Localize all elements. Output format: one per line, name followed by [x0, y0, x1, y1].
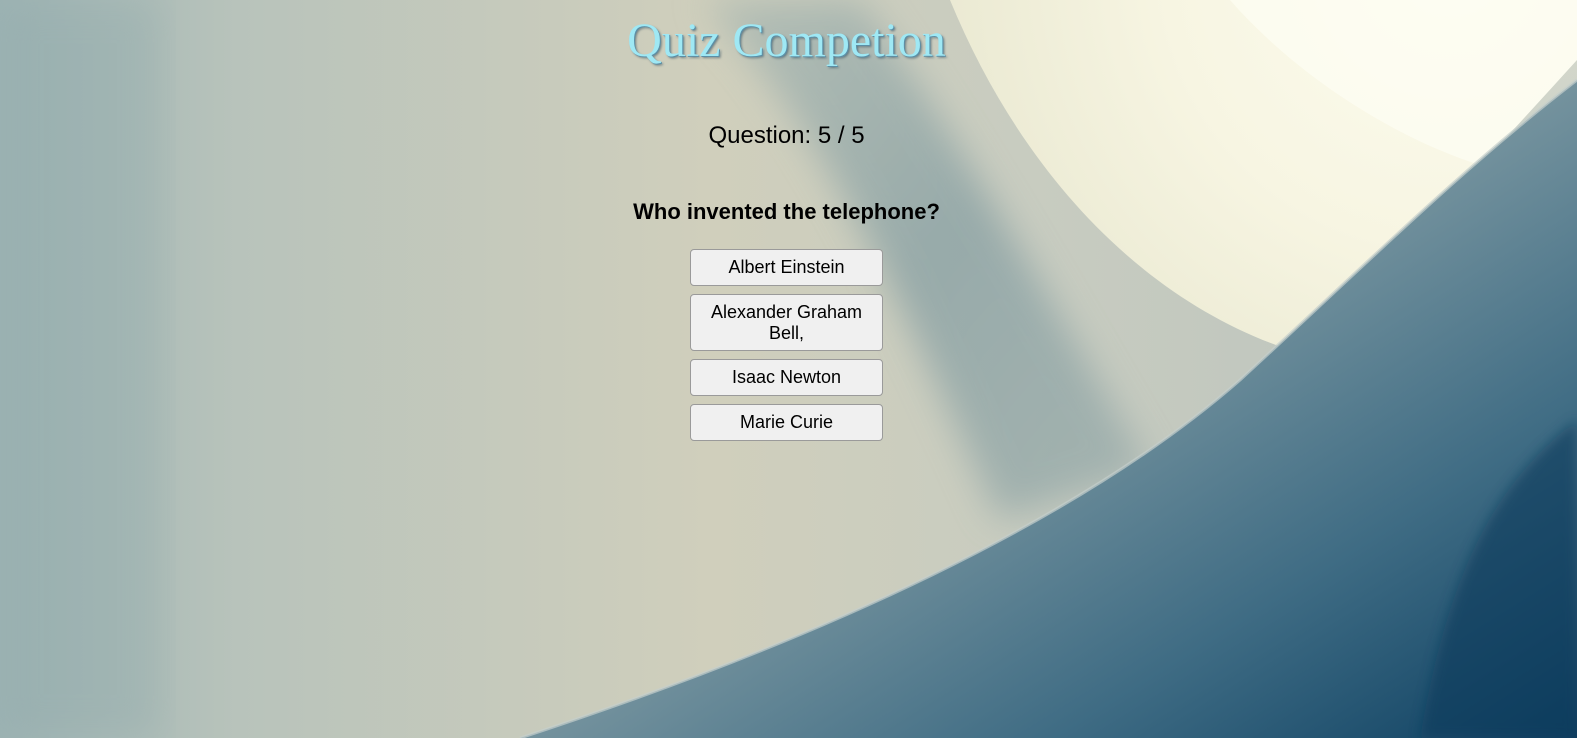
question-counter: Question: 5 / 5: [708, 122, 865, 149]
answer-button-isaac-newton[interactable]: Isaac Newton: [690, 359, 883, 396]
quiz-container: Quiz Competion Question: 5 / 5 Who inven…: [0, 0, 1577, 738]
answer-button-albert-einstein[interactable]: Albert Einstein: [690, 249, 883, 286]
page-title: Quiz Competion: [627, 14, 946, 67]
answer-button-marie-curie[interactable]: Marie Curie: [690, 404, 883, 441]
question-text: Who invented the telephone?: [633, 199, 940, 224]
answer-button-alexander-graham-bell[interactable]: Alexander Graham Bell,: [690, 294, 883, 351]
